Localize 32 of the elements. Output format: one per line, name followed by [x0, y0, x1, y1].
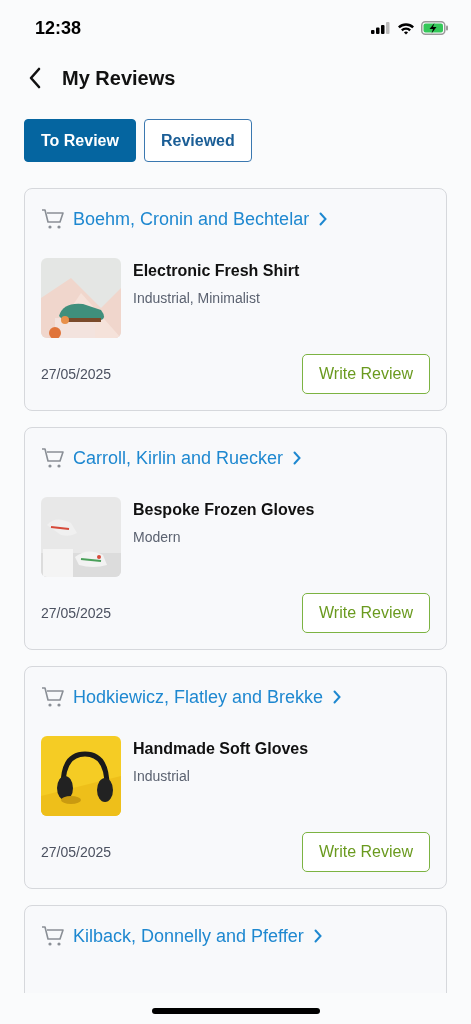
write-review-button[interactable]: Write Review [302, 354, 430, 394]
product-name: Electronic Fresh Shirt [133, 261, 300, 281]
vendor-link[interactable]: Kilback, Donnelly and Pfeffer [73, 922, 322, 950]
wifi-icon [397, 21, 415, 35]
product-name: Handmade Soft Gloves [133, 739, 309, 759]
product-tags: Industrial [133, 766, 309, 787]
vendor-link[interactable]: Carroll, Kirlin and Ruecker [73, 444, 302, 472]
chevron-right-icon [319, 212, 328, 226]
status-time: 12:38 [35, 16, 82, 40]
write-review-button[interactable]: Write Review [302, 832, 430, 872]
cart-icon [41, 686, 65, 708]
cart-icon [41, 447, 65, 469]
signal-icon [371, 22, 391, 34]
product-name: Bespoke Frozen Gloves [133, 500, 315, 520]
cart-icon [41, 208, 65, 230]
battery-charging-icon [421, 21, 449, 35]
back-icon[interactable] [28, 67, 42, 89]
chevron-right-icon [293, 451, 302, 465]
page-title: My Reviews [62, 66, 176, 91]
vendor-link[interactable]: Hodkiewicz, Flatley and Brekke [73, 683, 342, 711]
tab[interactable]: Reviewed [143, 119, 252, 162]
product-tags: Industrial, Minimalist [133, 288, 300, 309]
chevron-right-icon [333, 690, 342, 704]
chevron-right-icon [313, 929, 322, 943]
order-date: 27/05/2025 [41, 364, 112, 384]
product-tags: Modern [133, 527, 315, 548]
order-date: 27/05/2025 [41, 603, 112, 623]
order-date: 27/05/2025 [41, 842, 112, 862]
write-review-button[interactable]: Write Review [302, 593, 430, 633]
vendor-link[interactable]: Boehm, Cronin and Bechtelar [73, 205, 328, 233]
cart-icon [41, 925, 65, 947]
tab[interactable]: To Review [24, 119, 136, 162]
